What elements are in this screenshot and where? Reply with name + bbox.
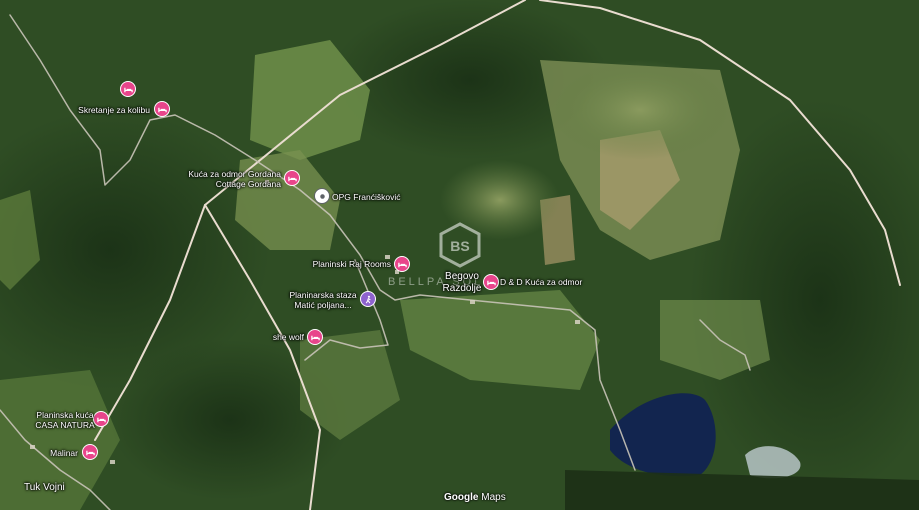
pin-opg[interactable] — [314, 188, 330, 204]
pin-skretanje[interactable] — [154, 101, 170, 117]
lodging-icon — [287, 176, 297, 181]
pin-top-left[interactable] — [120, 81, 136, 97]
label-opg: OPG Franćišković — [332, 192, 401, 202]
label-she-wolf: she wolf — [272, 332, 304, 342]
pin-kuca-gordana[interactable] — [284, 170, 300, 186]
lodging-icon — [486, 280, 496, 285]
svg-text:BS: BS — [450, 238, 469, 254]
lodging-icon — [85, 450, 95, 455]
pin-malinar[interactable] — [82, 444, 98, 460]
attribution-brand: Google — [444, 492, 479, 503]
attribution-product: Maps — [481, 492, 506, 503]
pin-matic[interactable] — [360, 291, 376, 307]
lodging-icon — [123, 87, 133, 92]
locality-tuk-vojni: Tuk Vojni — [24, 482, 65, 493]
lodging-icon — [157, 107, 167, 112]
pin-dd-kuca[interactable] — [483, 274, 499, 290]
hiking-icon — [365, 295, 371, 303]
satellite-map[interactable]: BS BELLPA SOLID Skretanje za kolibu Kuća… — [0, 0, 919, 510]
label-malinar: Malinar — [50, 448, 78, 458]
lodging-icon — [397, 262, 407, 267]
label-dd-kuca: D & D Kuća za odmor — [500, 277, 583, 287]
locality-begovo-razdolje: Begovo Razdolje — [442, 271, 482, 294]
label-matic: Planinarska staza Matić poljana... — [289, 290, 357, 310]
label-casa-natura: Planinska kuća CASA NATURA — [35, 410, 95, 430]
google-maps-attribution: Google Maps — [444, 492, 506, 503]
pin-planinski-raj[interactable] — [394, 256, 410, 272]
label-kuca-gordana: Kuća za odmor Gordana Cottage Gordana — [188, 169, 281, 189]
watermark-logo: BS — [439, 222, 481, 268]
label-planinski-raj: Planinski Raj Rooms — [312, 259, 391, 269]
label-skretanje: Skretanje za kolibu — [78, 105, 150, 115]
place-icon — [319, 193, 325, 199]
lodging-icon — [310, 335, 320, 340]
pin-she-wolf[interactable] — [307, 329, 323, 345]
